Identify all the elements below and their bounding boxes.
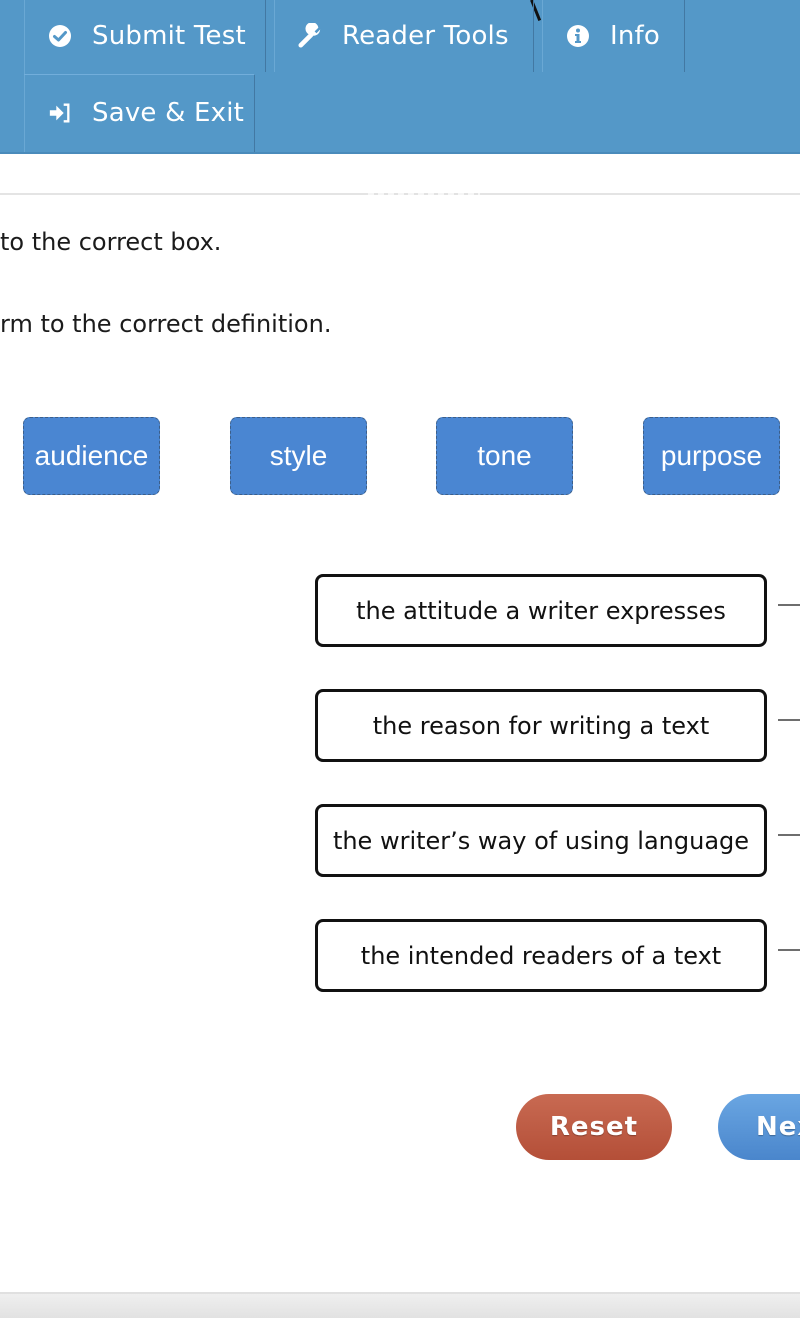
definition-box: the reason for writing a text — [315, 689, 767, 762]
test-toolbar: Submit Test Reader Tools Info Save & Exi… — [0, 0, 800, 154]
check-circle-icon — [48, 24, 72, 48]
drop-target-connector — [778, 949, 800, 951]
sign-in-icon — [48, 101, 72, 125]
drop-target-connector — [778, 719, 800, 721]
toolbar-divider — [274, 0, 275, 72]
term-tile-tone[interactable]: tone — [436, 417, 573, 495]
instruction-line-2: rm to the correct definition. — [0, 310, 332, 338]
term-tile-style[interactable]: style — [230, 417, 367, 495]
definition-box: the attitude a writer expresses — [315, 574, 767, 647]
reader-tools-label: Reader Tools — [342, 21, 509, 51]
submit-test-label: Submit Test — [92, 21, 246, 51]
info-circle-icon — [566, 24, 590, 48]
info-button[interactable]: Info — [566, 16, 660, 56]
toolbar-divider — [24, 0, 25, 152]
wrench-icon — [298, 23, 322, 48]
toolbar-divider — [24, 74, 254, 75]
reader-tools-button[interactable]: Reader Tools — [298, 16, 509, 56]
section-divider-dashed — [368, 193, 480, 195]
reset-button[interactable]: Reset — [516, 1094, 672, 1160]
definition-box: the writer’s way of using language — [315, 804, 767, 877]
save-exit-label: Save & Exit — [92, 98, 245, 128]
instruction-line-1: to the correct box. — [0, 228, 222, 256]
next-button[interactable]: Next — [718, 1094, 800, 1160]
toolbar-divider — [533, 0, 534, 72]
drop-target-connector — [778, 834, 800, 836]
toolbar-divider — [684, 0, 685, 72]
toolbar-divider — [254, 75, 255, 152]
toolbar-divider — [542, 0, 543, 72]
bottom-bar — [0, 1292, 800, 1318]
term-tile-audience[interactable]: audience — [23, 417, 160, 495]
drop-target-connector — [778, 604, 800, 606]
definition-box: the intended readers of a text — [315, 919, 767, 992]
pen-mark — [530, 0, 542, 21]
save-exit-button[interactable]: Save & Exit — [48, 93, 244, 133]
toolbar-divider — [265, 0, 266, 72]
info-label: Info — [610, 21, 661, 51]
term-tile-purpose[interactable]: purpose — [643, 417, 780, 495]
next-button-label: Next — [756, 1112, 800, 1142]
submit-test-button[interactable]: Submit Test — [48, 16, 246, 56]
